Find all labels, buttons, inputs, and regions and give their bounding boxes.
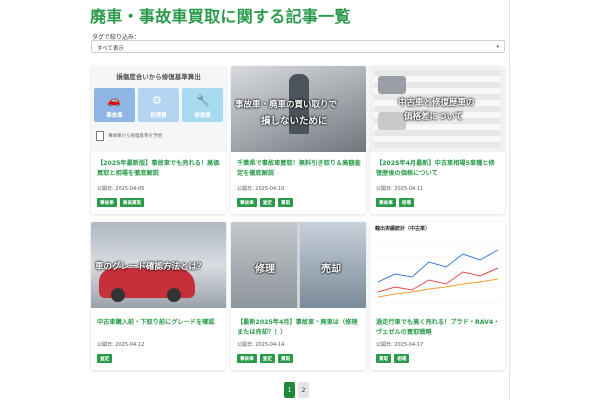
car-icon: 🚗: [107, 94, 121, 107]
tag[interactable]: 事故車: [97, 198, 117, 207]
wheel: [111, 288, 125, 302]
article-thumbnail[interactable]: 中古車と修復歴車の 価格差について: [370, 66, 505, 152]
tag[interactable]: 査定: [97, 354, 113, 363]
tag[interactable]: 高価買取: [119, 198, 145, 207]
page: 廃車・事故車買取に関する記事一覧 タグで絞り込み： すべて表示 ▾ 損傷度合いか…: [0, 0, 600, 400]
tag[interactable]: 事故車: [237, 354, 257, 363]
article-card[interactable]: 輸出実績統計（中古車） 過走行車でも高く売れる！プラド・RAV4・ヴェゼルの買取…: [370, 222, 505, 370]
document-icon: [96, 131, 104, 141]
chevron-down-icon: ▾: [496, 44, 499, 50]
page-title: 廃車・事故車買取に関する記事一覧: [90, 7, 351, 26]
thumbnail-box: 🚗 事故車: [94, 88, 135, 122]
thumbnail-overlay-text: 損しないために: [261, 116, 328, 127]
tag-list: 事故車 査定 買取: [237, 198, 294, 207]
article-thumbnail[interactable]: 修理 売却: [231, 222, 366, 308]
gear-icon: ⚙: [152, 94, 162, 107]
tag[interactable]: 査定: [259, 354, 275, 363]
page-button-2[interactable]: 2: [298, 382, 309, 398]
thumbnail-box-label: 修復車: [194, 113, 211, 119]
article-thumbnail[interactable]: 車のグレード確認方法とは？: [91, 222, 226, 308]
tag[interactable]: 事故車: [376, 198, 396, 207]
tag[interactable]: 事故車: [237, 198, 257, 207]
thumbnail-note: 事故車から修復基準を予想: [108, 134, 162, 139]
article-thumbnail[interactable]: 事故車・廃車の買い取りで 損しないために: [231, 66, 366, 152]
thumbnail-box-label: 修理費: [150, 113, 167, 119]
car-image: [378, 76, 406, 94]
car-image: [378, 112, 406, 130]
tag-list: 事故車 相場: [376, 198, 414, 207]
thumbnail-heading: 輸出実績統計（中古車）: [375, 226, 431, 232]
thumbnail-heading: 損傷度合いから修復基準算出: [116, 73, 201, 81]
article-thumbnail[interactable]: 輸出実績統計（中古車）: [370, 222, 505, 308]
article-card[interactable]: 事故車・廃車の買い取りで 損しないために 千葉県で事故車買取！無料引き取り＆高額…: [231, 66, 366, 214]
tag-list: 査定: [97, 354, 113, 363]
thumbnail-overlay-text: 価格差について: [404, 112, 464, 122]
tag[interactable]: 買取: [376, 354, 392, 363]
wrench-icon: 🔧: [196, 94, 210, 107]
thumbnail-overlay-text: 車のグレード確認方法とは？: [95, 262, 206, 272]
article-thumbnail[interactable]: 損傷度合いから修復基準算出 🚗 事故車 ⚙ 修理費 🔧 修復車 事故車から修復基…: [91, 66, 226, 152]
article-card[interactable]: 損傷度合いから修復基準算出 🚗 事故車 ⚙ 修理費 🔧 修復車 事故車から修復基…: [91, 66, 226, 214]
wheel: [167, 288, 181, 302]
tag-list: 事故車 査定 買取: [237, 354, 294, 363]
thumbnail-overlay-text: 売却: [321, 264, 341, 275]
article-date: 公開日: 2025-04-14: [237, 342, 285, 348]
page-button-1[interactable]: 1: [284, 382, 295, 398]
tag-filter-select[interactable]: すべて表示 ▾: [91, 40, 505, 53]
scrollbar-divider: [509, 0, 510, 400]
thumbnail-overlay-text: 事故車・廃車の買い取りで: [235, 100, 338, 110]
tag-list: 事故車 高価買取: [97, 198, 145, 207]
article-title[interactable]: 【最新2025年4月】事故車・廃車は（修理または売却？！）: [237, 318, 361, 338]
line-chart-graphic: [376, 241, 500, 303]
article-date: 公開日: 2025-04-11: [376, 186, 424, 192]
article-date: 公開日: 2025-04-12: [97, 342, 145, 348]
tag[interactable]: 相場: [398, 198, 414, 207]
article-title[interactable]: 過走行車でも高く売れる！プラド・RAV4・ヴェゼルの買取戦略: [376, 318, 500, 338]
pagination: 1 2: [284, 382, 309, 398]
article-card[interactable]: 修理 売却 【最新2025年4月】事故車・廃車は（修理または売却？！） 公開日:…: [231, 222, 366, 370]
tag[interactable]: 買取: [278, 354, 294, 363]
tag-list: 買取 相場: [376, 354, 410, 363]
tag[interactable]: 相場: [394, 354, 410, 363]
article-title[interactable]: 【2025年4月最新】中古車相場5車種と修復歴後の価格について: [376, 159, 500, 179]
thumbnail-box-label: 事故車: [106, 113, 123, 119]
article-title[interactable]: 千葉県で事故車買取！無料引き取り＆高額査定を徹底解説: [237, 159, 361, 179]
tag-filter-value: すべて表示: [97, 46, 124, 52]
thumbnail-overlay-text: 中古車と修復歴車の: [398, 98, 475, 108]
article-date: 公開日: 2025-04-10: [237, 186, 285, 192]
article-card[interactable]: 車のグレード確認方法とは？ 中古車購入前・下取り前にグレードを確認 公開日: 2…: [91, 222, 226, 370]
article-title[interactable]: 中古車購入前・下取り前にグレードを確認: [97, 318, 221, 328]
thumbnail-box: 🔧 修復車: [182, 88, 223, 122]
article-title[interactable]: 【2025年最新版】事故車でも売れる！高価買取と相場を徹底解説: [97, 159, 221, 179]
article-date: 公開日: 2025-04-05: [97, 186, 145, 192]
article-date: 公開日: 2025-04-17: [376, 342, 424, 348]
tag[interactable]: 査定: [259, 198, 275, 207]
thumbnail-overlay-text: 修理: [255, 264, 275, 275]
tag[interactable]: 買取: [278, 198, 294, 207]
article-card[interactable]: 中古車と修復歴車の 価格差について 【2025年4月最新】中古車相場5車種と修復…: [370, 66, 505, 214]
thumbnail-box: ⚙ 修理費: [138, 88, 179, 122]
